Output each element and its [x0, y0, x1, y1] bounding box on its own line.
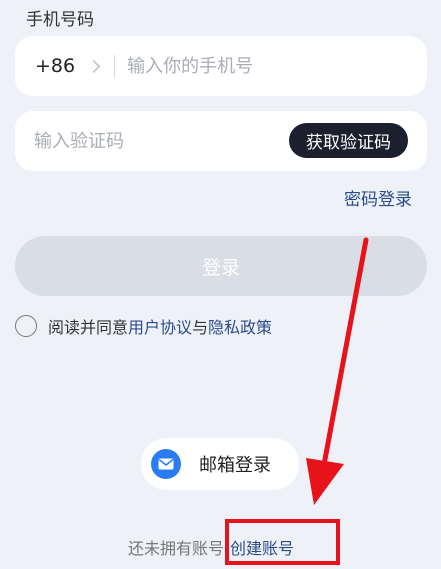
- login-page: 手机号码 +86 获取验证码 密码登录 登录 阅读并同意用户协议与隐私政策 邮箱…: [0, 0, 441, 569]
- annotation-highlight-box: [225, 519, 340, 565]
- annotation-arrow: [306, 237, 369, 505]
